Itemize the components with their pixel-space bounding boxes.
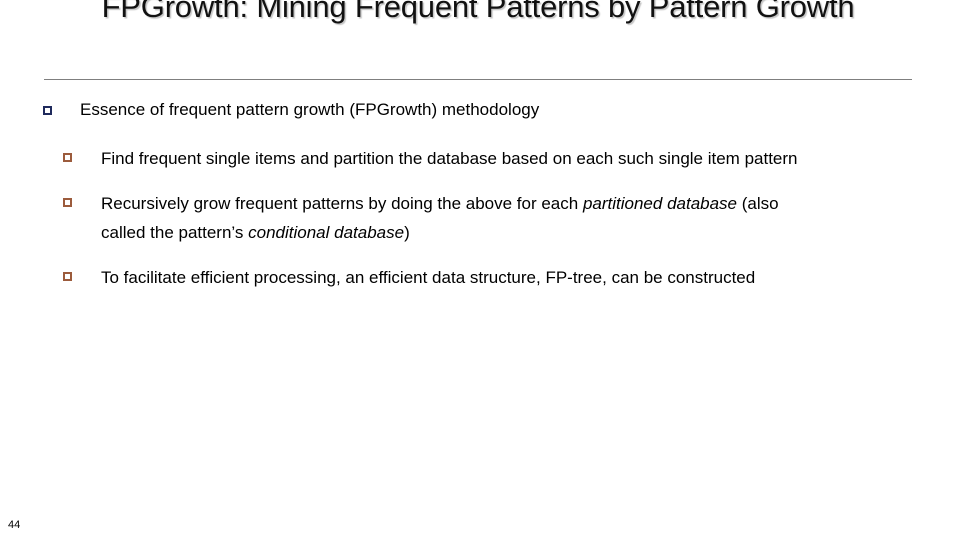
bullet-level2-item-fp-tree-data-structure: To facilitate efficient processing, an e… xyxy=(0,263,960,292)
bullet-level1-label: Essence of frequent pattern growth (FPGr… xyxy=(80,100,540,119)
page-number: 44 xyxy=(8,519,21,531)
bullet-level2-item-find-frequent-single-items: Find frequent single items and partition… xyxy=(0,144,960,173)
square-bullet-icon xyxy=(63,153,72,162)
slide-body: Essence of frequent pattern growth (FPGr… xyxy=(0,98,960,292)
square-bullet-icon xyxy=(63,272,72,281)
square-bullet-icon xyxy=(63,198,72,207)
bullet-level2-label: To facilitate efficient processing, an e… xyxy=(101,268,756,287)
bullet-level2-label: Recursively grow frequent patterns by do… xyxy=(101,194,779,242)
slide-title: FPGrowth: Mining Frequent Patterns by Pa… xyxy=(44,0,912,24)
square-bullet-icon xyxy=(43,106,52,115)
bullet-level2-label: Find frequent single items and partition… xyxy=(101,149,798,168)
slide-canvas: FPGrowth: Mining Frequent Patterns by Pa… xyxy=(0,0,960,540)
slide-title-text: FPGrowth: Mining Frequent Patterns by Pa… xyxy=(101,0,855,24)
title-divider xyxy=(44,79,912,80)
bullet-level2-item-recursively-grow-patterns: Recursively grow frequent patterns by do… xyxy=(0,189,960,247)
bullet-level1-item: Essence of frequent pattern growth (FPGr… xyxy=(0,98,960,122)
